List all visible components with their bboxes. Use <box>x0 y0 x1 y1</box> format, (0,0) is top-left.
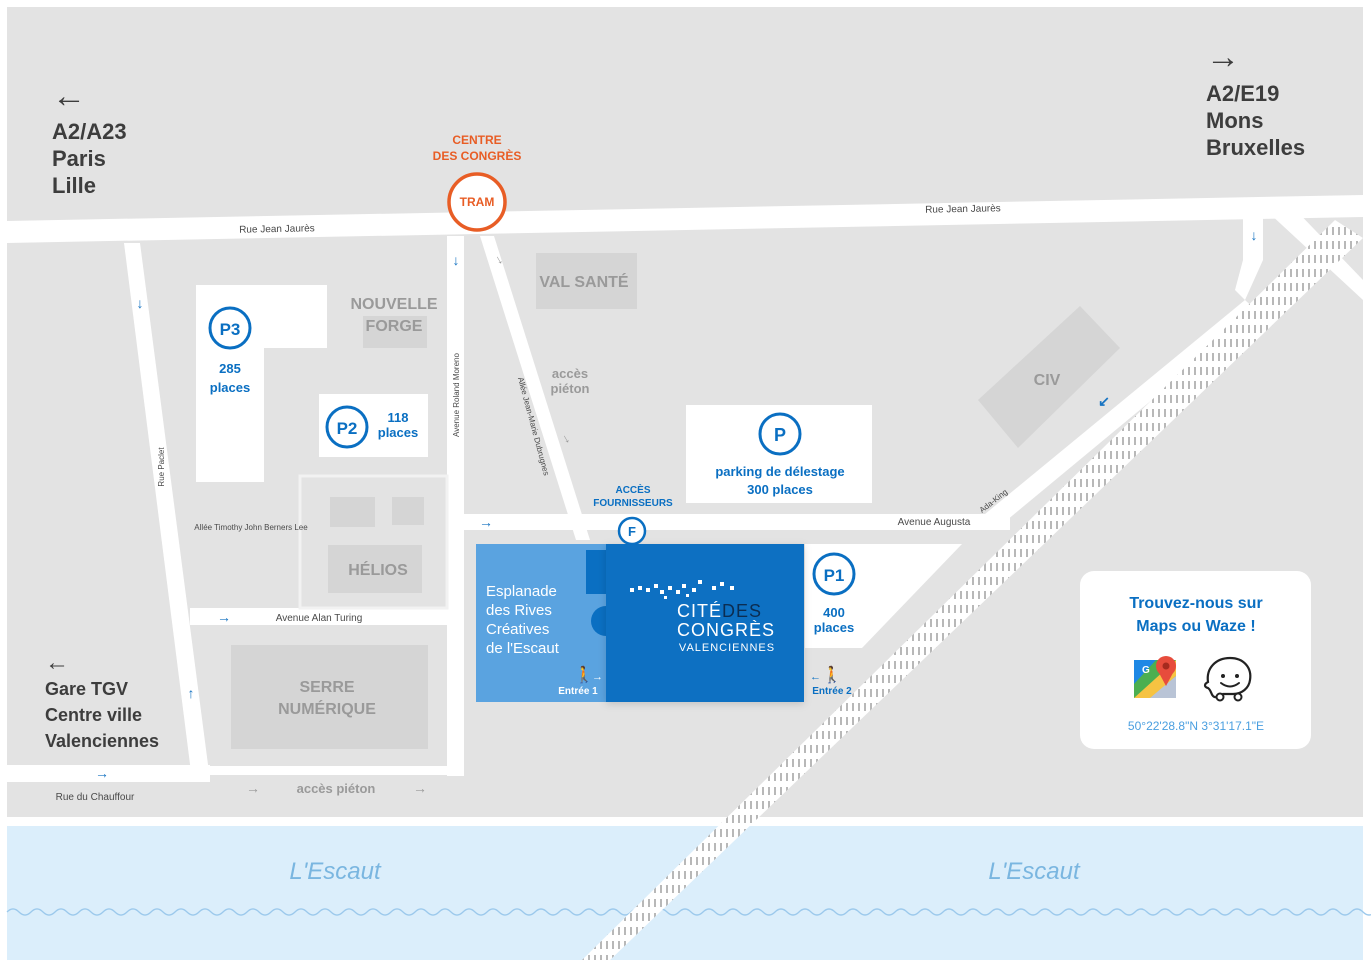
building-helios: HÉLIOS <box>348 560 408 579</box>
arrow-east-augusta: → <box>479 514 493 530</box>
river-area <box>7 826 1363 960</box>
direction-left-top-line2: Paris <box>52 146 106 171</box>
direction-left-bottom-line1: Gare TGV <box>45 679 128 699</box>
pedestrian-north-line1: accès <box>552 366 588 381</box>
svg-text:G: G <box>1142 665 1150 676</box>
google-maps-icon[interactable]: G <box>1134 656 1176 698</box>
parking-delestage-badge-text: P <box>774 425 786 445</box>
parking-p2-badge-text: P2 <box>337 419 358 438</box>
building-nouvelle-forge-line2: FORGE <box>366 318 423 335</box>
tram-station-line1: CENTRE <box>452 133 501 147</box>
parking-p2-unit: places <box>378 425 418 440</box>
parking-p1-badge-text: P1 <box>824 566 845 585</box>
direction-left-bottom-line2: Centre ville <box>45 705 142 725</box>
direction-left-bottom-arrow-icon: ← <box>45 649 69 676</box>
card-title-line2: Maps ou Waze ! <box>1136 618 1255 635</box>
venue-name-cite: CITÉ <box>677 601 722 621</box>
esplanade-accent <box>586 550 608 594</box>
tram-station-line2: DES CONGRÈS <box>433 148 522 163</box>
parking-p3-count: 285 <box>219 361 241 376</box>
street-jean-jaures-right: Rue Jean Jaurès <box>925 203 1001 215</box>
fournisseurs-label-line1: ACCÈS <box>615 483 650 496</box>
card-title-line1: Trouvez-nous sur <box>1129 595 1262 612</box>
street-augusta: Avenue Augusta <box>898 517 971 528</box>
tram-badge-text: TRAM <box>460 195 495 209</box>
maps-waze-card: Trouvez-nous sur Maps ou Waze ! G 50°22'… <box>1080 571 1311 749</box>
arrow-southwest-ada: ↙ <box>1098 393 1110 409</box>
esplanade-label-line4: de l'Escaut <box>486 640 560 657</box>
entrance-1-label[interactable]: Entrée 1 <box>558 686 598 697</box>
building-serre-line1: SERRE <box>299 679 354 696</box>
entrance-2-arrow: ← <box>810 671 821 683</box>
building-val-sante: VAL SANTÉ <box>539 272 629 291</box>
parking-p3-unit: places <box>210 380 250 395</box>
entrance-1-arrow: → <box>592 671 603 683</box>
pedestrian-south-arrow-left: → <box>246 780 260 796</box>
fournisseurs-label-line2: FOURNISSEURS <box>593 498 673 509</box>
arrow-down-paclet: ↓ <box>137 295 144 311</box>
venue-name-city: VALENCIENNES <box>679 642 775 654</box>
direction-right-top-line3: Bruxelles <box>1206 135 1305 160</box>
street-chauffour: Rue du Chauffour <box>56 792 135 803</box>
parking-p1-unit: places <box>814 620 854 635</box>
entrance-1-walk-icon: 🚶 <box>574 665 594 684</box>
direction-right-top-arrow-icon: → <box>1206 38 1240 76</box>
building-serre-line2: NUMÉRIQUE <box>278 699 376 718</box>
direction-left-bottom-line3: Valenciennes <box>45 731 159 751</box>
esplanade-label-line1: Esplanade <box>486 583 557 600</box>
direction-right-top-line2: Mons <box>1206 108 1263 133</box>
block-helios-2 <box>392 497 424 525</box>
arrow-east-chauffour: → <box>95 765 109 781</box>
pedestrian-south-label: accès piéton <box>297 781 376 796</box>
street-paclet: Rue Paclet <box>157 447 166 487</box>
arrow-up-paclet: ↑ <box>188 685 195 701</box>
entrance-2-walk-icon: 🚶 <box>822 665 842 684</box>
building-civ: CIV <box>1034 372 1061 389</box>
entrance-2-label[interactable]: Entrée 2 <box>812 686 852 697</box>
road-south-lane <box>210 766 450 775</box>
arrow-down-moreno: ↓ <box>453 252 460 268</box>
direction-left-top-line3: Lille <box>52 173 96 198</box>
direction-left-top-arrow-icon: ← <box>52 77 86 115</box>
arrow-east-turing: → <box>217 609 231 625</box>
direction-right-top-line1: A2/E19 <box>1206 81 1279 106</box>
block-serre <box>231 645 428 749</box>
river-label-left: L'Escaut <box>289 858 382 885</box>
card-coordinates: 50°22'28.8"N 3°31'17.1"E <box>1128 719 1264 733</box>
parking-delestage-count: 300 places <box>747 482 813 497</box>
building-nouvelle-forge-line1: NOUVELLE <box>350 296 437 313</box>
street-timothy: Allée Timothy John Berners Lee <box>194 523 308 532</box>
block-helios-1 <box>330 497 375 527</box>
arrow-down-right: ↓ <box>1251 227 1258 243</box>
venue-name-congres: CONGRÈS <box>677 620 775 640</box>
venue-name-des: DES <box>722 601 762 621</box>
parking-delestage-name: parking de délestage <box>715 464 844 479</box>
parking-p1-count: 400 <box>823 605 845 620</box>
street-alan-turing: Avenue Alan Turing <box>276 613 363 624</box>
street-jean-jaures-left: Rue Jean Jaurès <box>239 223 315 235</box>
esplanade-label-line3: Créatives <box>486 621 549 638</box>
esplanade-label-line2: des Rives <box>486 602 552 619</box>
parking-p2-count: 118 <box>388 410 409 425</box>
pedestrian-north-line2: piéton <box>551 381 590 396</box>
road-moreno <box>447 236 464 776</box>
parking-p3-badge-text: P3 <box>220 320 241 339</box>
direction-left-top-line1: A2/A23 <box>52 119 127 144</box>
pedestrian-south-arrow-right: → <box>413 780 427 796</box>
river-label-right: L'Escaut <box>988 858 1081 885</box>
fournisseurs-badge-text: F <box>628 524 636 539</box>
street-roland-moreno: Avenue Roland Moreno <box>452 353 461 437</box>
venue-access-map: L'Escaut L'Escaut Esplanade des Rives Cr… <box>6 7 1371 960</box>
